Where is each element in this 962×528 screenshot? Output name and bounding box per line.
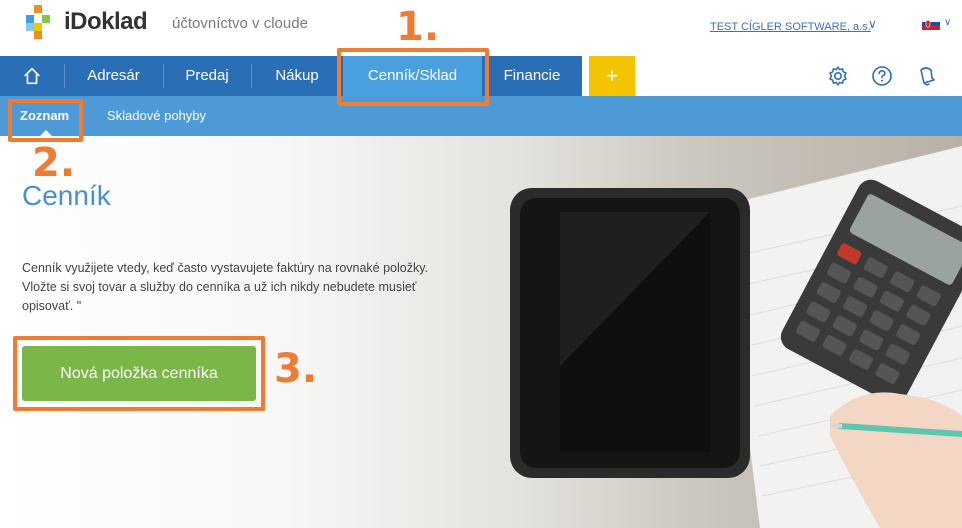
nav-item-cennik-sklad[interactable]: Cenník/Sklad [343, 56, 482, 96]
sub-navigation: Zoznam Skladové pohyby [0, 96, 962, 136]
main-navigation: Adresár Predaj Nákup Cenník/Sklad Financ… [0, 56, 962, 96]
help-icon[interactable] [871, 65, 893, 87]
notification-icon[interactable] [915, 65, 937, 87]
top-header: iDoklad účtovníctvo v cloude TEST CÍGLER… [0, 0, 962, 56]
idoklad-logo-icon [26, 5, 50, 39]
brand-tagline: účtovníctvo v cloude [172, 15, 308, 32]
nav-item-financie[interactable]: Financie [482, 56, 582, 96]
page-description: Cenník využijete vtedy, keď často vystav… [22, 261, 429, 313]
brand-name[interactable]: iDoklad [64, 8, 148, 36]
home-icon [24, 67, 40, 85]
company-selector[interactable]: TEST CÍGLER SOFTWARE, a.s. [710, 21, 871, 33]
new-price-list-item-button[interactable]: Nová položka cenníka [22, 346, 256, 401]
hero-background [0, 136, 962, 528]
nav-item-adresar[interactable]: Adresár [64, 56, 163, 96]
gear-icon[interactable] [827, 65, 849, 87]
add-new-button[interactable]: + [589, 56, 635, 96]
nav-home[interactable] [0, 56, 64, 96]
chevron-down-icon[interactable]: ∨ [944, 17, 951, 28]
nav-item-nakup[interactable]: Nákup [251, 56, 343, 96]
slovakia-flag-icon[interactable] [922, 18, 940, 30]
nav-item-predaj[interactable]: Predaj [163, 56, 251, 96]
tablet-calculator-illustration [510, 146, 962, 528]
chevron-down-icon[interactable]: ∨ [868, 17, 877, 31]
annotation-number-2: 2. [32, 140, 76, 186]
annotation-number-1: 1. [396, 4, 440, 50]
annotation-number-3: 3. [274, 346, 318, 392]
subnav-item-skladove-pohyby[interactable]: Skladové pohyby [107, 96, 206, 136]
